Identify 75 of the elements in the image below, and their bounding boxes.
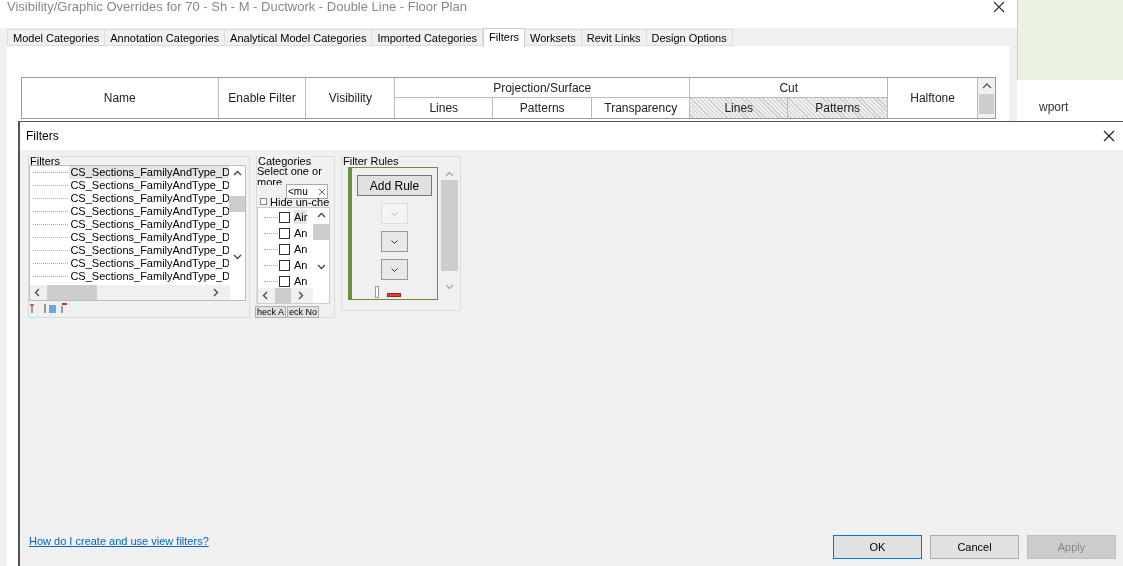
checkbox[interactable] (279, 243, 290, 255)
list-item[interactable]: CS_Sections_FamilyAndType_D (69, 244, 230, 257)
column-header: Patterns (788, 98, 889, 118)
group-label: Categories (258, 156, 312, 167)
dialog-button: Apply (1027, 535, 1116, 559)
column-header: Enable Filter (218, 78, 307, 118)
scroll-right-icon (213, 288, 219, 297)
close-icon (993, 1, 1005, 13)
button[interactable]: heck A (255, 306, 287, 318)
caret-icon (391, 211, 398, 216)
clear-icon (319, 189, 325, 195)
window-title: Visibility/Graphic Overrides for 70 - Sh - M - Ductwork - Double Line - Floor Plan (7, 0, 467, 14)
dialog-title: Filters (26, 128, 59, 145)
tab[interactable]: Filters (483, 28, 526, 47)
scrollbar-thumb[interactable] (313, 224, 329, 240)
scrollbar-thumb[interactable] (441, 180, 458, 271)
caret-icon (391, 267, 398, 272)
column-header: Patterns (493, 98, 593, 118)
scroll-up-icon (232, 170, 242, 176)
scroll-up-icon (981, 82, 992, 90)
list-item[interactable]: An (294, 258, 308, 272)
scrollbar-thumb[interactable] (47, 285, 97, 300)
dialog-button[interactable]: OK (833, 535, 922, 559)
dropdown[interactable] (381, 259, 408, 280)
list-item[interactable]: CS_Sections_FamilyAndType_D (69, 192, 230, 205)
scroll-up-icon (445, 171, 454, 177)
column-header: Projection/Surface (395, 78, 691, 98)
tab[interactable]: Annotation Categories (105, 29, 226, 46)
list-item[interactable]: An (294, 226, 308, 240)
list-item[interactable]: CS_Sections_FamilyAndType_D (69, 166, 230, 179)
list-item[interactable]: Air (294, 210, 308, 224)
input-field[interactable] (374, 286, 379, 298)
list-item[interactable]: An (294, 242, 308, 256)
button[interactable]: eck No (287, 306, 320, 318)
list-item[interactable]: CS_Sections_FamilyAndType_D (69, 257, 230, 270)
scroll-down-icon (445, 284, 454, 290)
scroll-right-icon (298, 291, 304, 300)
checkbox[interactable] (279, 275, 290, 287)
close-icon (1103, 130, 1115, 142)
tab[interactable]: Model Categories (7, 29, 106, 46)
list-item[interactable]: CS_Sections_FamilyAndType_D (69, 179, 230, 192)
checkbox[interactable] (279, 259, 290, 271)
minus-icon (386, 293, 401, 297)
scroll-left-icon (262, 291, 268, 300)
list-item[interactable]: CS_Sections_FamilyAndType_D (69, 205, 230, 218)
tab[interactable]: Analytical Model Categories (225, 29, 373, 46)
scrollbar-thumb[interactable] (979, 94, 994, 114)
tab[interactable]: Design Options (646, 29, 733, 46)
filter-field[interactable]: <mu (286, 184, 328, 199)
checkbox[interactable] (279, 227, 290, 239)
column-header: Lines (395, 98, 494, 118)
checkbox-label: Hide un-che (270, 196, 330, 207)
column-header: Visibility (306, 78, 396, 118)
scrollbar-thumb[interactable] (275, 288, 291, 303)
scroll-up-icon (316, 212, 326, 218)
scroll-down-icon (232, 254, 242, 260)
add-rule-button[interactable]: Add Rule (357, 175, 432, 196)
column-header: Name (22, 78, 219, 118)
list-item[interactable]: An (294, 274, 308, 288)
checkbox[interactable] (279, 211, 290, 223)
list-item[interactable]: CS_Sections_FamilyAndType_D (69, 231, 230, 244)
checkbox[interactable] (260, 198, 267, 205)
list-item[interactable]: CS_Sections_FamilyAndType_D (69, 270, 230, 283)
tab[interactable]: Imported Categories (372, 29, 484, 46)
dropdown[interactable] (381, 231, 408, 252)
help-link[interactable]: How do I create and use view filters? (29, 532, 209, 549)
group-label: Filter Rules (343, 156, 399, 167)
dialog-button[interactable]: Cancel (930, 535, 1019, 559)
scroll-down-icon (316, 264, 326, 270)
caret-icon (391, 239, 398, 244)
scroll-left-icon (34, 288, 40, 297)
column-header: Lines (690, 98, 789, 118)
label: wport (1039, 99, 1069, 116)
scrollbar-thumb[interactable] (229, 196, 245, 212)
list-item[interactable]: CS_Sections_FamilyAndType_D (69, 218, 230, 231)
